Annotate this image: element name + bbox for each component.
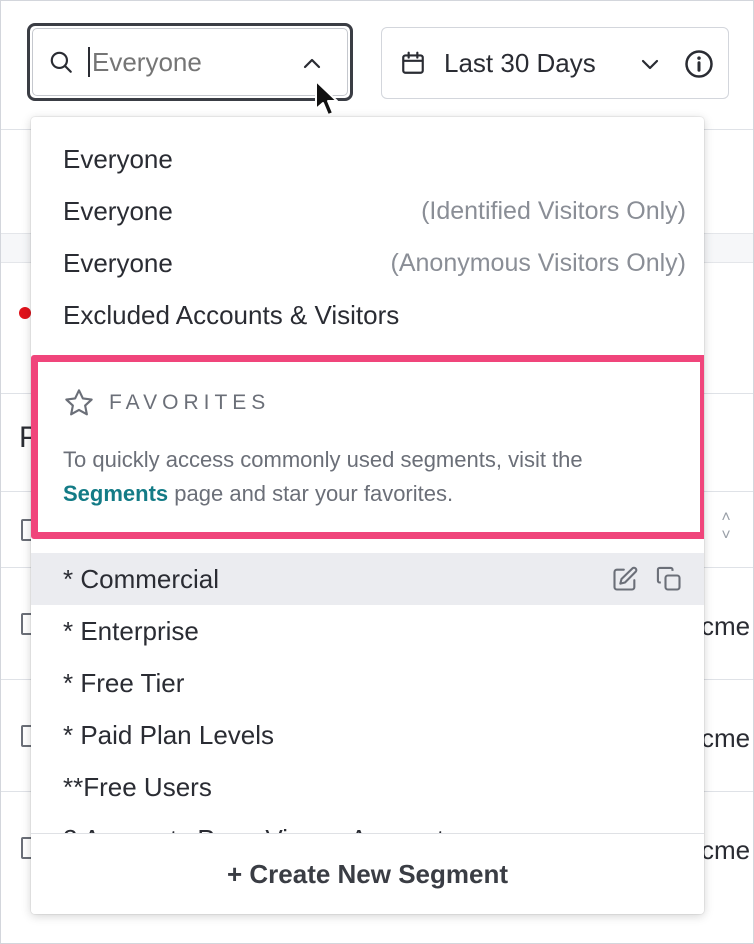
segment-search-input[interactable] [92,46,282,78]
favorites-section: FAVORITES To quickly access commonly use… [31,361,704,533]
option-label: Excluded Accounts & Visitors [63,299,400,330]
segment-label: * Commercial [63,563,220,594]
segment-label: 2 Accounts Page Viewer Accounts [63,824,457,834]
segment-item-accounts-page-viewer[interactable]: 2 Accounts Page Viewer Accounts [31,813,704,834]
date-range-label: Last 30 Days [444,47,596,78]
chevron-up-icon[interactable] [300,52,324,76]
create-new-segment-button[interactable]: + Create New Segment [227,859,508,890]
segment-dropdown: Everyone Everyone (Identified Visitors O… [31,117,704,914]
chevron-down-icon[interactable] [638,52,662,76]
star-icon [65,389,93,416]
table-cell: cme [701,611,751,641]
segments-link[interactable]: Segments [63,481,168,506]
option-label: Everyone [63,143,173,174]
segment-item-free-users[interactable]: **Free Users [31,761,704,813]
segment-list: * Commercial * Enterprise * Free Tier * … [31,551,704,833]
copy-icon[interactable] [655,565,683,593]
info-icon[interactable] [684,49,714,79]
help-text-part: To quickly access commonly used segments… [63,447,583,472]
text-caret [88,47,90,77]
dropdown-footer: + Create New Segment [31,833,704,914]
favorites-help-text: To quickly access commonly used segments… [63,443,683,511]
option-excluded[interactable]: Excluded Accounts & Visitors [31,289,704,341]
app-frame: P ˄˅ cme cme cme Last 30 Days [0,0,754,944]
option-everyone-identified[interactable]: Everyone (Identified Visitors Only) [31,185,704,237]
calendar-icon [402,51,424,74]
segment-label: * Free Tier [63,667,185,698]
option-label: Everyone [63,247,173,278]
option-everyone[interactable]: Everyone [31,133,704,185]
table-cell: cme [701,835,751,865]
segment-label: * Enterprise [63,615,199,646]
option-sublabel: (Anonymous Visitors Only) [390,248,686,277]
search-icon [50,51,72,73]
segment-selector[interactable] [27,23,353,101]
status-dot [19,307,31,319]
segment-label: **Free Users [63,771,212,802]
favorites-header: FAVORITES [63,387,270,419]
option-sublabel: (Identified Visitors Only) [421,196,686,225]
option-everyone-anonymous[interactable]: Everyone (Anonymous Visitors Only) [31,237,704,289]
help-text-part: page and star your favorites. [174,481,454,506]
segment-item-enterprise[interactable]: * Enterprise [31,605,704,657]
date-range-selector[interactable]: Last 30 Days [381,27,729,99]
option-label: Everyone [63,195,173,226]
sort-icon[interactable]: ˄ ˅ [714,509,738,549]
mouse-cursor-icon [315,80,338,116]
segment-item-free-tier[interactable]: * Free Tier [31,657,704,709]
segment-item-commercial[interactable]: * Commercial [31,553,704,605]
table-cell: cme [701,723,751,753]
favorites-title: FAVORITES [109,391,271,414]
edit-icon[interactable] [611,565,639,593]
segment-item-paid-plan-levels[interactable]: * Paid Plan Levels [31,709,704,761]
segment-label: * Paid Plan Levels [63,719,275,750]
